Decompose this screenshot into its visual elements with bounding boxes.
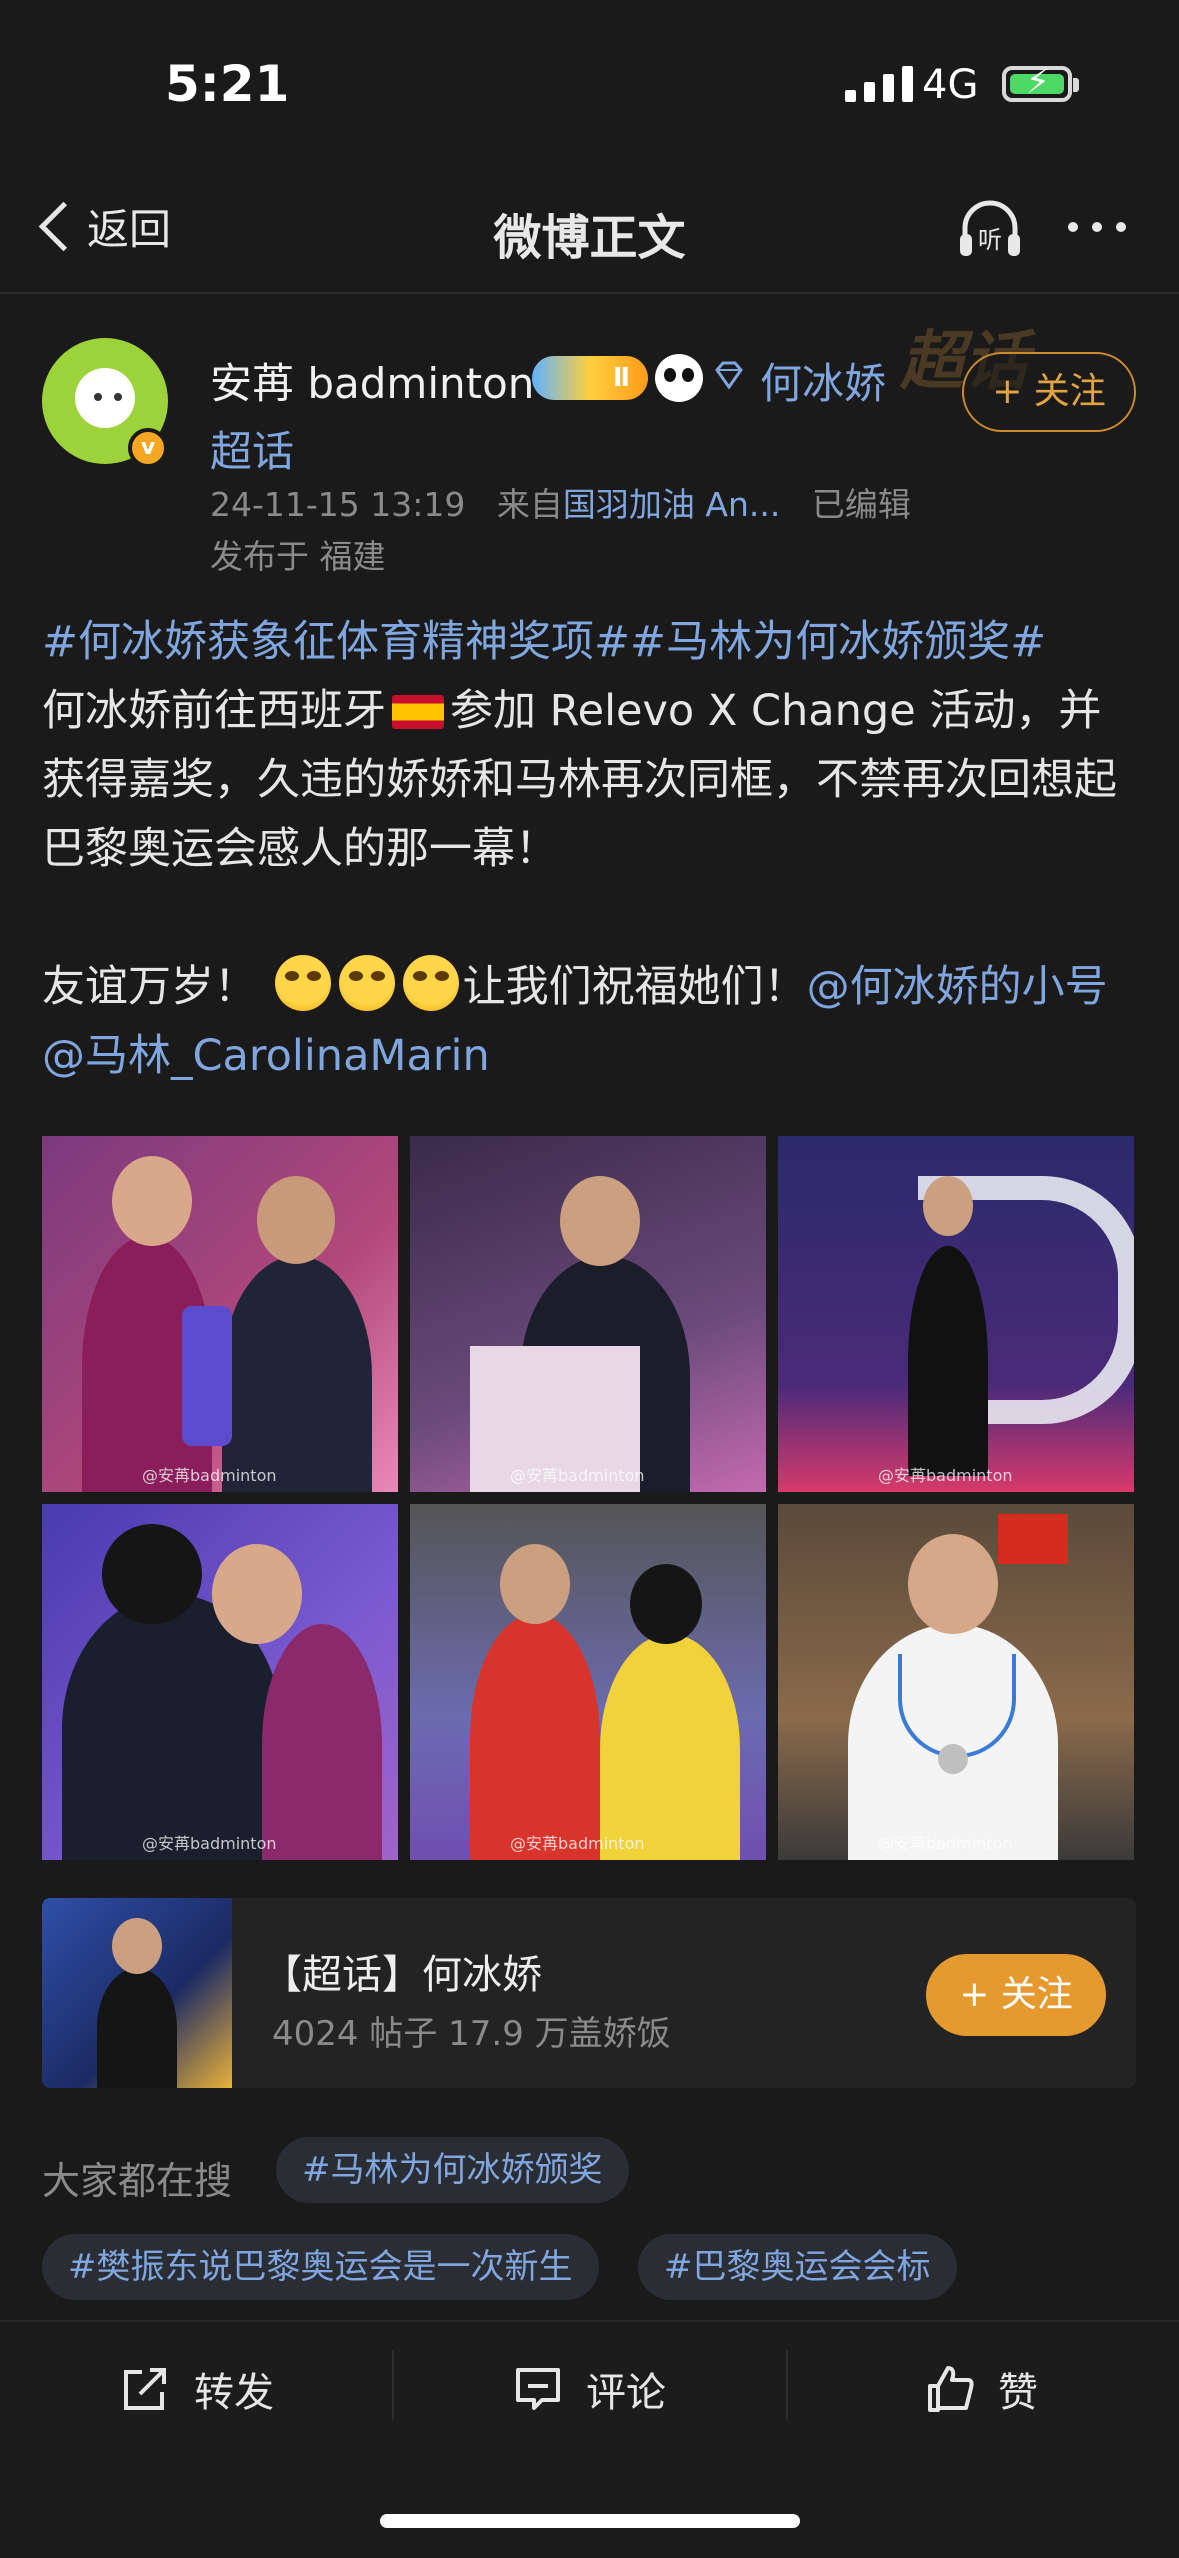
trending-search-label: 大家都在搜 bbox=[42, 2159, 233, 2203]
action-separator bbox=[786, 2350, 788, 2420]
photo-6[interactable]: @安苒badminton bbox=[778, 1504, 1134, 1860]
supertopic-title: 【超话】何冰娇 bbox=[262, 1952, 542, 1998]
photo-watermark: @安苒badminton bbox=[878, 1466, 1013, 1485]
source-prefix: 来自 bbox=[496, 485, 563, 524]
photo-watermark: @安苒badminton bbox=[878, 1834, 1013, 1853]
dot-icon bbox=[1116, 222, 1126, 232]
verified-badge-icon: v bbox=[128, 428, 168, 468]
like-button[interactable]: 赞 bbox=[924, 2360, 1038, 2418]
level-badge[interactable]: Ⅱ bbox=[532, 356, 648, 400]
comment-label: 评论 bbox=[586, 2370, 666, 2416]
repost-label: 转发 bbox=[194, 2370, 274, 2416]
search-chip[interactable]: #樊振东说巴黎奥运会是一次新生 bbox=[42, 2234, 599, 2300]
location: 发布于 福建 bbox=[210, 537, 386, 576]
dot-icon bbox=[1068, 222, 1078, 232]
comment-button[interactable]: 评论 bbox=[512, 2360, 666, 2418]
photo-2[interactable]: @安苒badminton bbox=[410, 1136, 766, 1492]
photo-watermark: @安苒badminton bbox=[142, 1834, 277, 1853]
post-body: #何冰娇获象征体育精神奖项##马林为何冰娇颁奖# 何冰娇前往西班牙 参加 Rele… bbox=[42, 608, 1142, 1091]
comment-icon bbox=[516, 2368, 560, 2410]
photo-1[interactable]: @安苒badminton bbox=[42, 1136, 398, 1492]
repost-button[interactable]: 转发 bbox=[120, 2360, 274, 2418]
dot-icon bbox=[1092, 222, 1102, 232]
spain-flag-icon bbox=[392, 695, 444, 729]
network-type: 4G bbox=[922, 62, 979, 108]
crying-face-icon bbox=[274, 955, 331, 1011]
mention-link[interactable]: @马林_CarolinaMarin bbox=[42, 1031, 490, 1081]
listen-label: 听 bbox=[978, 226, 1002, 254]
follow-button[interactable]: + 关注 bbox=[962, 352, 1136, 432]
home-indicator[interactable] bbox=[380, 2514, 800, 2528]
battery-tip bbox=[1073, 78, 1079, 92]
mascot-face bbox=[75, 368, 135, 428]
listen-button[interactable]: 听 bbox=[955, 196, 1025, 260]
battery-icon: ⚡ bbox=[1002, 62, 1072, 102]
post-meta: 24-11-15 13:19 来自国羽加油 An... 已编辑 bbox=[210, 478, 911, 526]
supertopic-stats: 4024 帖子 17.9 万盖娇饭 bbox=[272, 2014, 671, 2054]
supertopic-link[interactable]: 何冰娇 bbox=[760, 350, 886, 411]
search-chip[interactable]: #马林为何冰娇颁奖 bbox=[276, 2137, 629, 2203]
supertopic-card[interactable]: 【超话】何冰娇 4024 帖子 17.9 万盖娇饭 + 关注 bbox=[42, 1898, 1136, 2088]
signal-icon bbox=[845, 66, 913, 102]
photo-3[interactable]: @安苒badminton bbox=[778, 1136, 1134, 1492]
crying-face-icon bbox=[402, 955, 459, 1011]
panda-badge-icon[interactable] bbox=[655, 354, 703, 402]
crying-face-icon bbox=[338, 955, 395, 1011]
diamond-icon bbox=[715, 361, 743, 390]
post-text-part3: 友谊万岁！ bbox=[42, 962, 257, 1012]
headphones-icon: 听 bbox=[960, 200, 1020, 256]
nav-divider bbox=[0, 292, 1179, 294]
photo-watermark: @安苒badminton bbox=[510, 1466, 645, 1485]
search-chip[interactable]: #巴黎奥运会会标 bbox=[638, 2234, 957, 2300]
photo-watermark: @安苒badminton bbox=[510, 1834, 645, 1853]
thumbs-up-icon bbox=[928, 2366, 974, 2412]
photo-4[interactable]: @安苒badminton bbox=[42, 1504, 398, 1860]
edited-label: 已编辑 bbox=[811, 485, 911, 524]
supertopic-follow-button[interactable]: + 关注 bbox=[926, 1954, 1106, 2036]
action-separator bbox=[392, 2350, 394, 2420]
supertopic-thumbnail bbox=[42, 1898, 232, 2088]
photo-watermark: @安苒badminton bbox=[142, 1466, 277, 1485]
source-link[interactable]: 国羽加油 An... bbox=[563, 485, 780, 524]
like-label: 赞 bbox=[998, 2370, 1038, 2416]
status-time: 5:21 bbox=[165, 55, 290, 113]
author-name[interactable]: 安苒 badminton bbox=[210, 350, 534, 411]
share-icon bbox=[124, 2368, 166, 2410]
more-button[interactable] bbox=[1068, 222, 1126, 232]
supertopic-link-suffix[interactable]: 超话 bbox=[210, 418, 294, 479]
hashtag-link[interactable]: #何冰娇获象征体育精神奖项##马林为何冰娇颁奖# bbox=[42, 617, 1046, 667]
post-text-part1: 何冰娇前往西班牙 bbox=[42, 686, 386, 736]
mention-link[interactable]: @何冰娇的小号 bbox=[807, 962, 1108, 1012]
timestamp: 24-11-15 13:19 bbox=[210, 485, 466, 524]
photo-5[interactable]: @安苒badminton bbox=[410, 1504, 766, 1860]
post-text-part4: 让我们祝福她们！ bbox=[462, 962, 807, 1012]
